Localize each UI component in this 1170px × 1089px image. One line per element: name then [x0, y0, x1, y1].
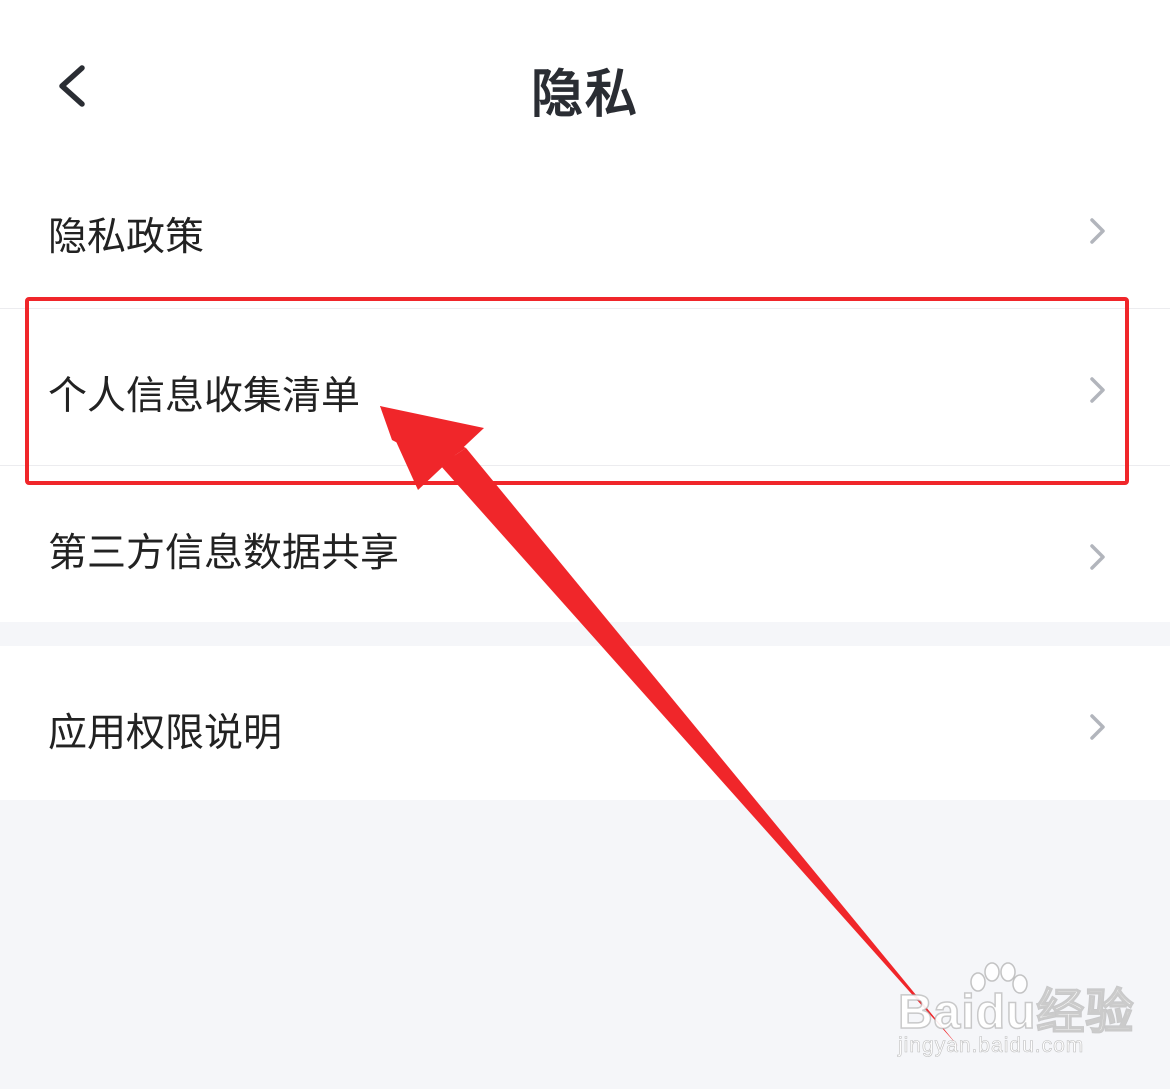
watermark-brand: Baidu经验 [897, 985, 1135, 1040]
nav-bar: 隐私 [0, 0, 1170, 150]
menu-item-label: 应用权限说明 [48, 711, 283, 756]
watermark-url: jingyan.baidu.com [898, 1034, 1085, 1058]
menu-item-label: 第三方信息数据共享 [48, 531, 400, 576]
menu-item-app-permissions[interactable]: 应用权限说明 [0, 646, 1170, 800]
privacy-menu-group: 隐私政策 个人信息收集清单 第三方信息数据共享 [0, 150, 1170, 622]
chevron-right-icon [1090, 714, 1105, 740]
baidu-watermark: Baidu经验 jingyan.baidu.com [892, 958, 1162, 1068]
menu-item-personal-info-list[interactable]: 个人信息收集清单 [0, 309, 1170, 465]
menu-item-label: 个人信息收集清单 [48, 374, 361, 419]
paw-icon [970, 962, 1028, 994]
chevron-right-icon [1090, 218, 1105, 244]
page-title: 隐私 [530, 65, 639, 125]
chevron-right-icon [1090, 377, 1105, 403]
menu-item-third-party-sharing[interactable]: 第三方信息数据共享 [0, 466, 1170, 622]
chevron-right-icon [1090, 544, 1105, 570]
menu-item-label: 隐私政策 [48, 215, 205, 260]
permissions-menu-group: 应用权限说明 [0, 646, 1170, 800]
menu-item-privacy-policy[interactable]: 隐私政策 [0, 150, 1170, 308]
